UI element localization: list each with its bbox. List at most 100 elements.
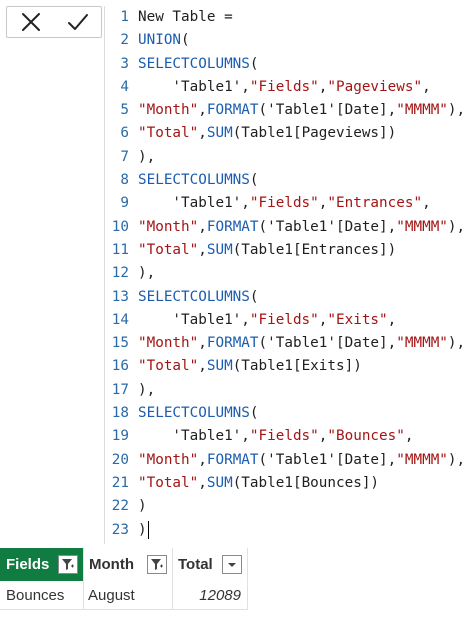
line-number: 13 [111,288,129,305]
code-string: "Bounces" [327,428,405,445]
code-text: "Month",FORMAT('Table1'[Date],"MMMM"), [138,216,465,239]
code-line[interactable]: 19 'Table1',"Fields","Bounces", [105,425,474,448]
code-token: (Table1[Exits]) [232,358,362,375]
code-text: UNION( [138,29,190,52]
code-line[interactable]: 8 SELECTCOLUMNS( [105,169,474,192]
column-header-label: Total [178,556,213,573]
code-line[interactable]: 4 'Table1',"Fields","Pageviews", [105,76,474,99]
code-line[interactable]: 1 New Table = [105,6,474,29]
cancel-button[interactable] [15,8,47,36]
column-header-label: Fields [6,556,50,573]
code-line[interactable]: 10 "Month",FORMAT('Table1'[Date],"MMMM"), [105,216,474,239]
table-cell-fields[interactable]: Bounces [0,581,83,610]
code-line[interactable]: 23) [105,519,474,542]
code-token: , [198,358,207,375]
cell-value: 12089 [199,586,241,604]
code-text: "Total",SUM(Table1[Bounces]) [138,472,379,495]
code-text: "Total",SUM(Table1[Pageviews]) [138,122,396,145]
table-cell-total[interactable]: 12089 [172,581,247,610]
code-text: 'Table1',"Fields","Pageviews", [138,76,430,99]
code-line[interactable]: 21 "Total",SUM(Table1[Bounces]) [105,472,474,495]
line-number: 11 [111,241,129,258]
code-token: 'Table1' [138,428,242,445]
code-string: "Month" [138,335,199,352]
code-token: , [198,474,207,491]
line-number: 15 [111,335,129,352]
code-keyword: FORMAT [206,218,259,235]
code-line[interactable]: 17), [105,379,474,402]
code-token: ), [447,102,466,119]
dropdown-arrow-icon[interactable] [222,555,242,574]
code-text: "Month",FORMAT('Table1'[Date],"MMMM"), [138,332,465,355]
code-token: , [198,125,207,142]
code-token: , [387,311,397,328]
code-string: "Total" [138,474,199,491]
code-line[interactable]: 11 "Total",SUM(Table1[Entrances]) [105,239,474,262]
code-token: , [198,335,207,352]
code-token: ), [138,148,156,165]
line-number: 9 [120,195,129,212]
code-line[interactable]: 15 "Month",FORMAT('Table1'[Date],"MMMM"), [105,332,474,355]
code-string: "Month" [138,102,199,119]
line-number: 4 [120,78,129,95]
code-line[interactable]: 16 "Total",SUM(Table1[Exits]) [105,355,474,378]
code-token: , [198,102,207,119]
column-header-fields[interactable]: Fields [0,548,83,581]
code-keyword: FORMAT [206,102,259,119]
code-token: 'Table1' [138,311,242,328]
code-line[interactable]: 20 "Month",FORMAT('Table1'[Date],"MMMM"), [105,449,474,472]
code-token: ), [447,451,466,468]
code-keyword: SELECTCOLUMNS [138,288,250,305]
code-string: "Fields" [249,311,319,328]
code-string: "Month" [138,218,199,235]
column-header-total[interactable]: Total [172,548,247,581]
code-line[interactable]: 6 "Total",SUM(Table1[Pageviews]) [105,122,474,145]
code-text: 'Table1',"Fields","Entrances", [138,192,431,215]
filter-applied-icon[interactable] [147,555,167,574]
code-line[interactable]: 5 "Month",FORMAT('Table1'[Date],"MMMM"), [105,99,474,122]
code-token: 'Table1' [138,78,242,95]
code-line[interactable]: 13 SELECTCOLUMNS( [105,286,474,309]
formula-bar-actions [6,6,102,38]
code-token: , [422,195,431,212]
commit-button[interactable] [62,8,94,36]
column-header-month[interactable]: Month [83,548,172,581]
code-token: , [198,218,207,235]
code-line[interactable]: 14 'Table1',"Fields","Exits", [105,309,474,332]
code-token: , [241,195,250,212]
line-number: 3 [120,55,129,72]
code-keyword: SUM [206,125,233,142]
line-number: 18 [111,405,129,422]
code-keyword: FORMAT [206,335,259,352]
code-line[interactable]: 18 SELECTCOLUMNS( [105,402,474,425]
line-number: 22 [111,498,129,515]
code-line[interactable]: 9 'Table1',"Fields","Entrances", [105,192,474,215]
dax-formula-editor[interactable]: 1 New Table = 2 UNION(3 SELECTCOLUMNS(4 'Ta… [104,6,474,544]
code-keyword: SELECTCOLUMNS [138,55,250,72]
code-line[interactable]: 22) [105,495,474,518]
line-number: 16 [111,358,129,375]
code-text: ) [138,495,147,518]
code-string: "Exits" [327,311,388,328]
code-string: "Fields" [249,428,319,445]
code-keyword: SUM [206,241,233,258]
code-token: ), [138,381,156,398]
code-line[interactable]: 3 SELECTCOLUMNS( [105,53,474,76]
close-x-icon [21,13,40,31]
code-token: 'Table1' [138,195,242,212]
cell-value: Bounces [6,586,65,604]
code-token: New Table = [138,9,242,25]
code-string: "Total" [138,125,199,142]
code-token: ( [181,32,190,49]
code-string: "Fields" [249,195,319,212]
code-keyword: FORMAT [206,451,259,468]
line-number: 20 [111,451,129,468]
code-line[interactable]: 2 UNION( [105,29,474,52]
code-line[interactable]: 12), [105,262,474,285]
code-text: SELECTCOLUMNS( [138,402,259,425]
code-line[interactable]: 7), [105,146,474,169]
code-string: "Month" [138,451,199,468]
filter-applied-icon[interactable] [58,555,78,574]
code-token: ( [249,172,259,189]
table-cell-month[interactable]: August [83,581,172,610]
